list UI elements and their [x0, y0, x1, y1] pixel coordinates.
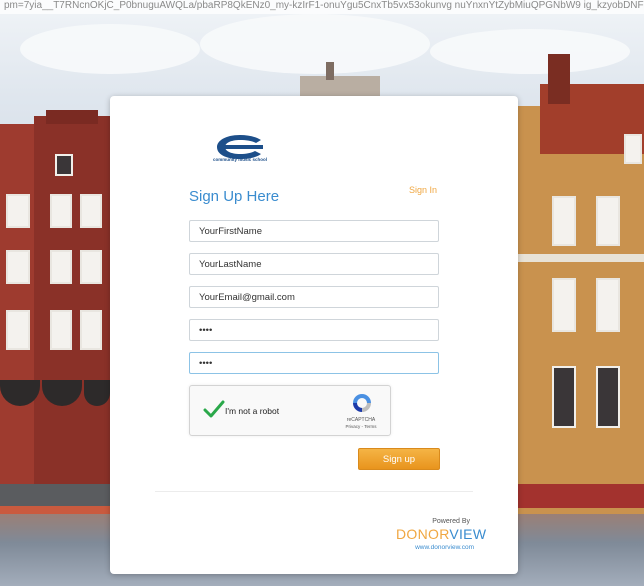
window	[50, 310, 72, 350]
window	[55, 154, 73, 176]
window	[596, 196, 620, 246]
recaptcha-privacy-terms[interactable]: Privacy - Terms	[335, 424, 387, 429]
page-title: Sign Up Here	[189, 188, 280, 205]
window	[80, 194, 102, 228]
sign-up-button[interactable]: Sign up	[358, 448, 440, 470]
window	[596, 278, 620, 332]
window	[552, 196, 576, 246]
boat	[517, 484, 644, 508]
window	[6, 310, 30, 350]
window	[552, 366, 576, 428]
powered-by-label: Powered By	[432, 518, 470, 525]
ledge	[517, 254, 644, 262]
window	[6, 250, 30, 284]
cloud	[200, 14, 430, 74]
donorview-url-link[interactable]: www.donorview.com	[392, 544, 474, 551]
building-right-tower	[548, 54, 570, 104]
chimney	[326, 62, 334, 80]
recaptcha-brand: reCAPTCHA	[346, 417, 376, 423]
recaptcha-widget[interactable]: I'm not a robot reCAPTCHA Privacy - Term…	[189, 385, 391, 436]
logo-text: community music school	[212, 157, 267, 162]
green-checkmark-icon[interactable]	[203, 399, 225, 419]
password-field[interactable]	[189, 319, 439, 341]
sign-in-link[interactable]: Sign In	[409, 185, 437, 195]
donorview-logo[interactable]: DONORVIEW	[396, 526, 486, 542]
window	[6, 194, 30, 228]
donorview-logo-part1: DONOR	[396, 526, 450, 542]
window	[624, 134, 642, 164]
signup-card: community music school Sign Up Here Sign…	[110, 96, 518, 574]
window	[80, 250, 102, 284]
window	[596, 366, 620, 428]
building-right	[517, 106, 644, 516]
window	[80, 310, 102, 350]
divider	[155, 491, 473, 492]
cloud	[430, 29, 630, 74]
recaptcha-logo-icon	[353, 394, 371, 412]
building-left-gable	[46, 110, 98, 124]
browser-url-bar[interactable]: pm=7yia__T7RNcnOKjC_P0bnuguAWQLa/pbaRP8Q…	[0, 0, 644, 14]
recaptcha-label: I'm not a robot	[225, 406, 280, 416]
window	[50, 194, 72, 228]
email-field[interactable]	[189, 286, 439, 308]
awning	[84, 380, 110, 406]
cloud	[20, 24, 200, 74]
last-name-field[interactable]	[189, 253, 439, 275]
donorview-logo-part2: VIEW	[449, 526, 487, 542]
window	[552, 278, 576, 332]
confirm-password-field[interactable]	[189, 352, 439, 374]
window	[50, 250, 72, 284]
first-name-field[interactable]	[189, 220, 439, 242]
